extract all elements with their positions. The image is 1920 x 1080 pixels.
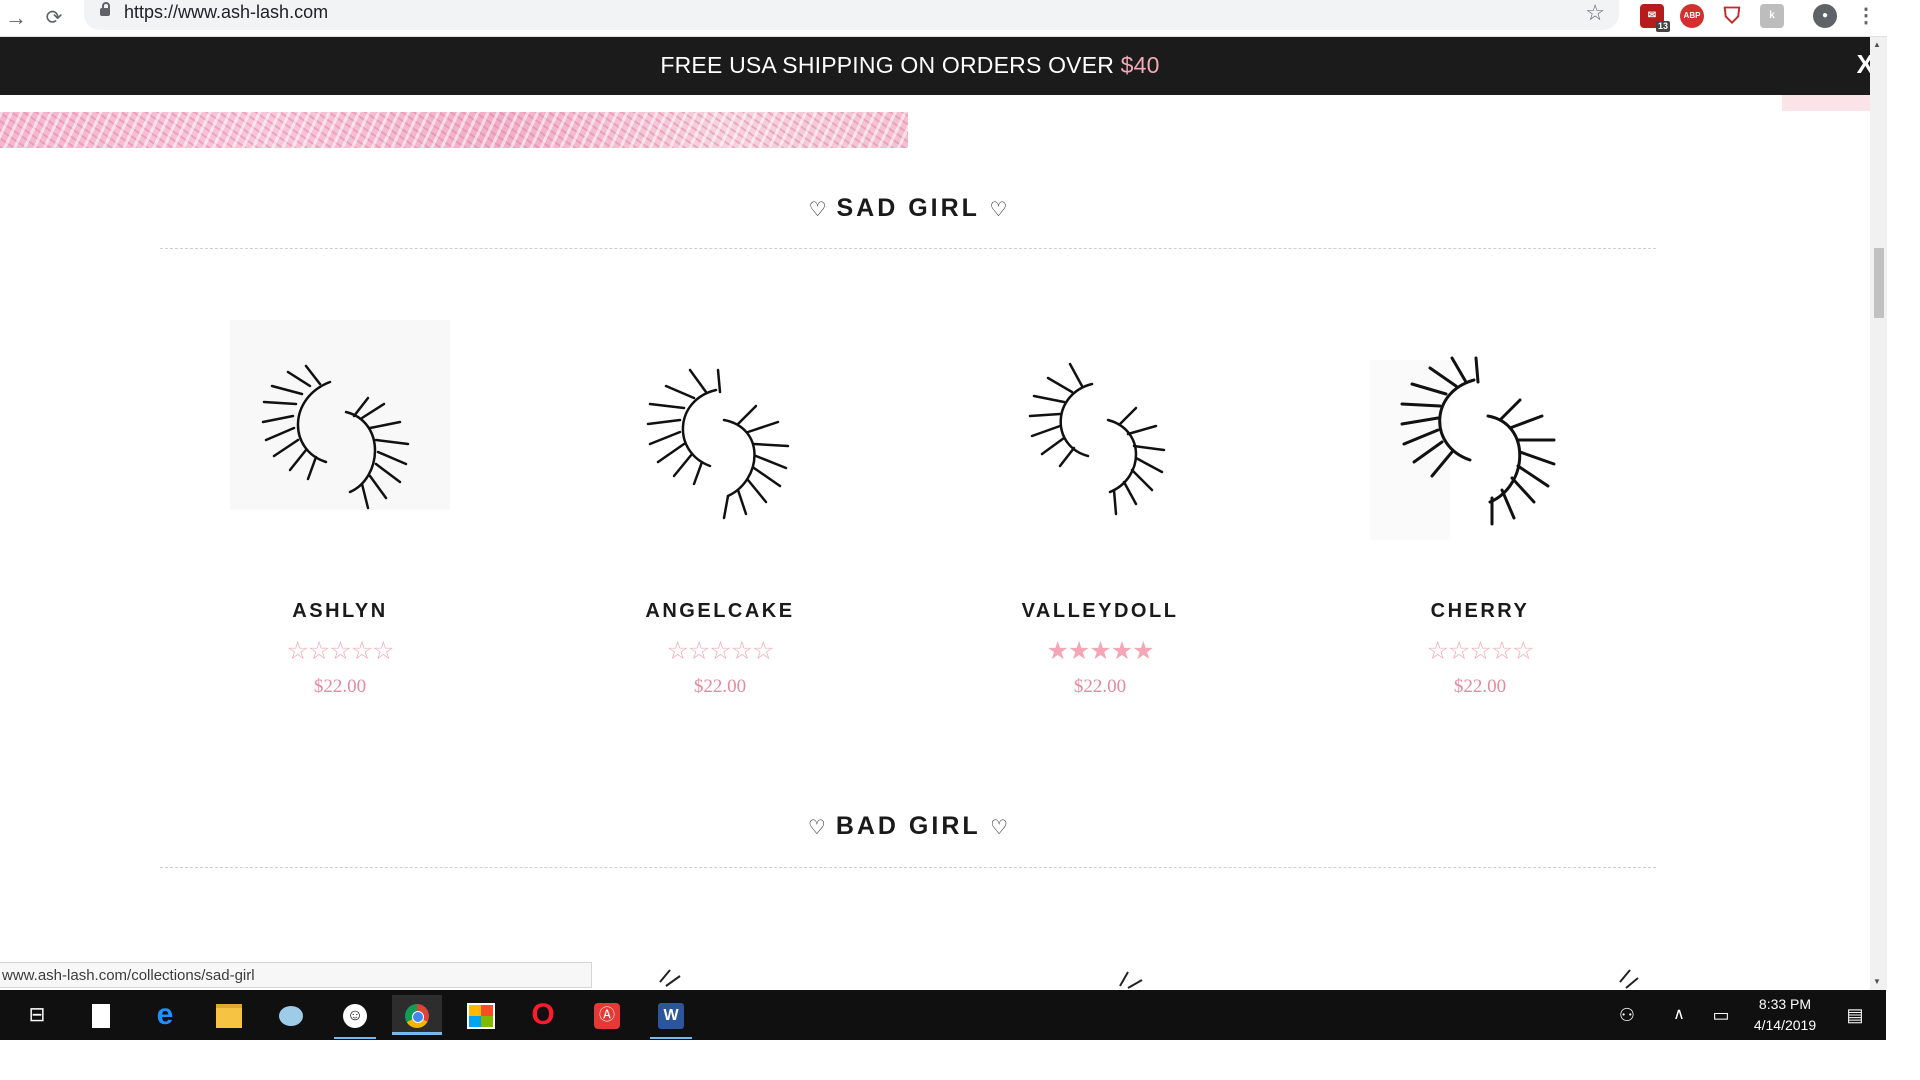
profile-avatar-icon[interactable]: ● [1813,4,1837,28]
display-icon[interactable]: ▭ [1696,995,1746,1035]
smiley-app-icon[interactable]: ☺ [330,995,380,1039]
heart-icon: ♡ [989,199,1008,221]
announcement-amount: $40 [1120,52,1160,78]
product-card-valleydoll[interactable]: VALLEYDOLL ★★★★★ $22.00 [910,320,1290,720]
bookmark-star-icon[interactable]: ☆ [1585,0,1605,26]
reload-icon[interactable]: ⟳ [40,4,68,32]
windows-taskbar: ⊟ e ☺ O Ⓐ W ⚇ ∧ ▭ 8:33 PM 4/14/2019 ▤ [0,990,1886,1040]
star-rating: ☆☆☆☆☆ [666,637,774,665]
scroll-down-arrow-icon[interactable]: ▼ [1873,977,1881,986]
lash-product-image[interactable] [990,320,1210,540]
extension-badge-count: 13 [1655,21,1670,32]
product-name[interactable]: ANGELCAKE [530,600,910,623]
star-rating: ★★★★★ [1046,637,1154,665]
product-card-cherry[interactable]: CHERRY ☆☆☆☆☆ $22.00 [1290,320,1670,720]
product-card-ashlyn[interactable]: ASHLYN ☆☆☆☆☆ $22.00 [150,320,530,720]
file-icon[interactable] [76,995,126,1035]
pink-accent-block [1782,95,1870,111]
file-explorer-icon[interactable] [204,995,254,1035]
adblock-plus-icon[interactable]: ABP [1680,4,1704,28]
section-title-text: BAD GIRL [835,812,981,840]
people-icon[interactable]: ⚇ [1602,995,1652,1035]
address-bar[interactable]: https://www.ash-lash.com ☆ [84,0,1619,30]
chrome-menu-icon[interactable]: ⋮ [1854,4,1878,28]
announcement-bar: FREE USA SHIPPING ON ORDERS OVER $40 X [0,37,1886,95]
screen-edge [1887,0,1920,1080]
word-app-icon[interactable]: W [646,995,696,1039]
heart-icon: ♡ [990,817,1009,839]
abp-label: ABP [1683,11,1701,20]
page-scrollbar-track[interactable] [1870,37,1887,990]
store-bag-icon[interactable] [456,995,506,1035]
announcement-text: FREE USA SHIPPING ON ORDERS OVER [660,52,1121,78]
heart-icon: ♡ [807,817,826,839]
star-rating: ☆☆☆☆☆ [1426,637,1534,665]
product-price: $22.00 [313,676,367,697]
product-price: $22.00 [1073,676,1127,697]
clock-time: 8:33 PM [1758,996,1812,1012]
lash-product-image[interactable] [1370,320,1590,540]
glitter-banner [0,112,908,148]
section-title-sad-girl[interactable]: ♡ SAD GIRL ♡ [160,194,1656,223]
product-card-angelcake[interactable]: ANGELCAKE ☆☆☆☆☆ $22.00 [530,320,910,720]
reader-app-icon[interactable]: Ⓐ [582,995,632,1035]
forward-arrow-icon[interactable]: → [2,4,30,32]
product-name[interactable]: CHERRY [1290,600,1670,623]
product-name[interactable]: VALLEYDOLL [910,600,1290,623]
section-divider [160,867,1656,868]
page-scrollbar-thumb[interactable] [1874,248,1884,318]
opera-browser-icon[interactable]: O [518,995,568,1035]
edge-browser-icon[interactable]: e [140,995,190,1035]
heart-icon: ♡ [808,199,827,221]
mail-extension-icon[interactable]: ✉ 13 [1640,4,1670,32]
scroll-up-arrow-icon[interactable]: ▲ [1873,40,1881,49]
action-center-icon[interactable]: ▤ [1830,995,1880,1035]
paint-app-icon[interactable] [266,995,316,1035]
screen-bottom-margin [0,1040,1920,1080]
browser-toolbar: → ⟳ https://www.ash-lash.com ☆ ✉ 13 ABP ⛉… [0,0,1920,37]
task-view-icon[interactable]: ⊟ [12,995,62,1035]
product-price: $22.00 [1453,676,1507,697]
section-title-bad-girl[interactable]: ♡ BAD GIRL ♡ [160,812,1656,841]
shield-extension-icon[interactable]: ⛉ [1720,4,1744,28]
lock-icon [100,2,110,16]
section-divider [160,248,1656,249]
taskbar-clock[interactable]: 8:33 PM 4/14/2019 [1740,994,1830,1036]
star-rating: ☆☆☆☆☆ [286,637,394,665]
clock-date: 4/14/2019 [1753,1017,1817,1033]
lash-product-image[interactable] [610,320,830,540]
next-row-product-images [659,969,1639,989]
product-name[interactable]: ASHLYN [150,600,530,623]
section-title-text: SAD GIRL [836,194,980,222]
link-status-bubble: www.ash-lash.com/collections/sad-girl [0,962,592,988]
product-price: $22.00 [693,676,747,697]
lash-product-image[interactable] [230,320,450,540]
url-text[interactable]: https://www.ash-lash.com [124,2,328,23]
chrome-browser-icon[interactable] [392,995,442,1035]
announcement-message: FREE USA SHIPPING ON ORDERS OVER $40 [0,52,1820,79]
extension-icon[interactable]: k [1760,4,1784,28]
